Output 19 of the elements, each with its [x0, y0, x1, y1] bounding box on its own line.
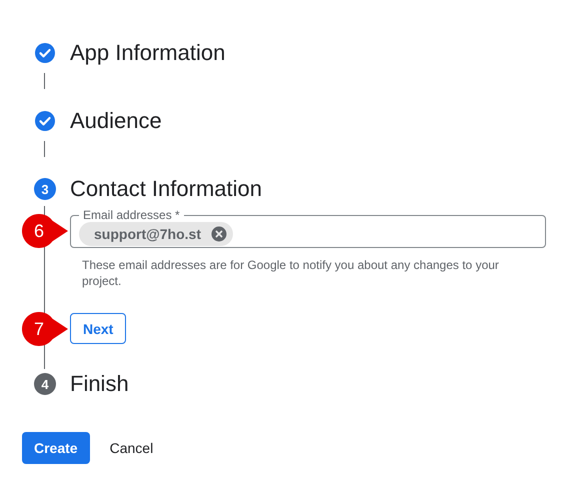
email-field[interactable]: Email addresses * support@7ho.st — [70, 208, 546, 248]
email-chip[interactable]: support@7ho.st — [79, 222, 233, 246]
close-icon[interactable] — [210, 226, 227, 242]
step-number: 4 — [34, 373, 56, 395]
callout-marker: 7 — [22, 312, 68, 346]
helper-text: These email addresses are for Google to notify you about any changes to your project. — [82, 257, 500, 289]
next-button[interactable]: Next — [70, 313, 126, 344]
callout-marker: 6 — [22, 214, 68, 248]
chip-text: support@7ho.st — [94, 226, 201, 242]
field-label: Email addresses * — [82, 208, 181, 222]
cancel-button[interactable]: Cancel — [98, 432, 166, 464]
step-number: 3 — [34, 178, 56, 200]
step-title: Audience — [70, 108, 162, 134]
step-title: Contact Information — [70, 176, 262, 202]
check-icon — [34, 110, 56, 132]
step-title: App Information — [70, 40, 226, 66]
step-title: Finish — [70, 371, 129, 397]
create-button[interactable]: Create — [22, 432, 90, 464]
check-icon — [34, 42, 56, 64]
